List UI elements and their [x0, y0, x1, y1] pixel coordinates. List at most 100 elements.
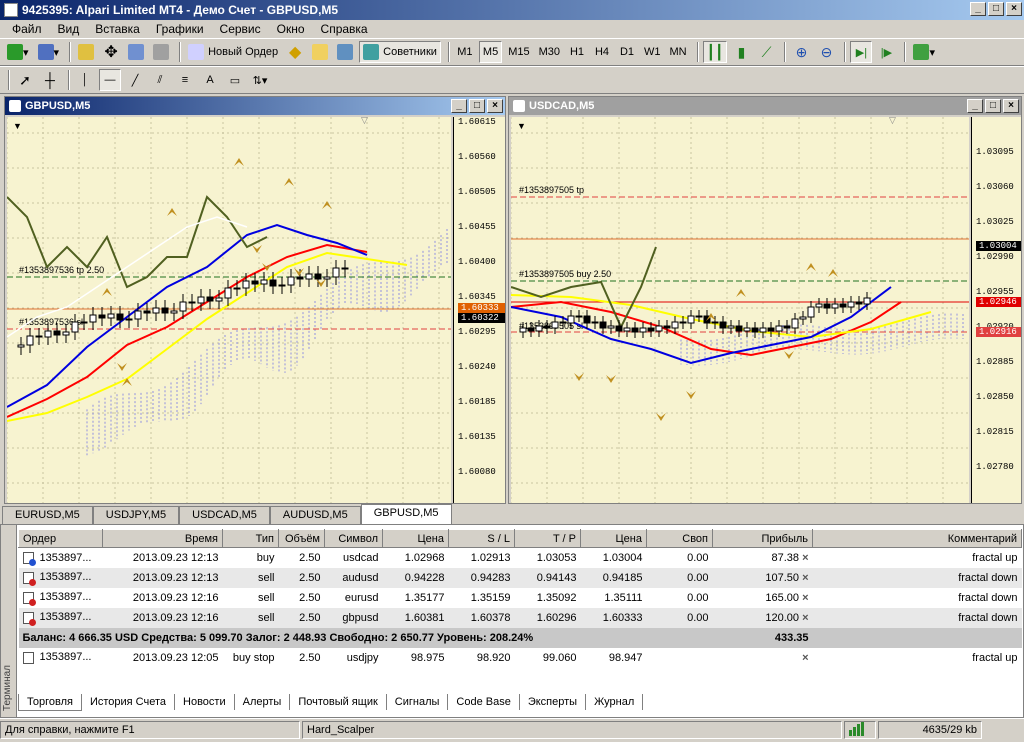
- line-chart-button[interactable]: ⟋: [755, 41, 777, 63]
- tab-journal[interactable]: Журнал: [586, 694, 644, 710]
- tab-codebase[interactable]: Code Base: [448, 694, 520, 710]
- col-time[interactable]: Время: [102, 529, 223, 548]
- menu-view[interactable]: Вид: [50, 22, 88, 36]
- new-chart-icon: [7, 44, 23, 60]
- bar-chart-button[interactable]: ┃┃: [702, 41, 728, 63]
- col-price[interactable]: Цена: [382, 529, 449, 548]
- col-volume[interactable]: Объём: [278, 529, 325, 548]
- metaeditor-button[interactable]: [309, 41, 331, 63]
- market-watch-button[interactable]: [75, 41, 97, 63]
- crosshair-nav-button[interactable]: ✥: [100, 41, 122, 63]
- col-profit[interactable]: Прибыль: [712, 529, 813, 548]
- menu-tools[interactable]: Сервис: [212, 22, 269, 36]
- candle: [567, 315, 575, 324]
- tf-m5[interactable]: M5: [478, 41, 503, 63]
- chart-tab[interactable]: AUDUSD,M5: [269, 506, 361, 524]
- tf-m30[interactable]: M30: [536, 41, 563, 63]
- alert-button[interactable]: ◆: [284, 41, 306, 63]
- chart-maximize-button[interactable]: □: [985, 99, 1001, 113]
- price-plot[interactable]: ▼#1353897505 tp#1353897505 buy 2.50#1353…: [511, 117, 969, 503]
- chart-window-gbpusd[interactable]: GBPUSD,M5 _ □ × ▼ #1353897536 tp 2.50 #135…: [4, 96, 506, 504]
- data-window-button[interactable]: [125, 41, 147, 63]
- tf-w1[interactable]: W1: [641, 41, 664, 63]
- chart-maximize-button[interactable]: □: [469, 99, 485, 113]
- menu-charts[interactable]: Графики: [148, 22, 212, 36]
- trendline-tool[interactable]: ╱: [124, 69, 146, 91]
- minimize-button[interactable]: _: [970, 2, 986, 16]
- tf-h1[interactable]: H1: [566, 41, 588, 63]
- tab-mailbox[interactable]: Почтовый ящик: [290, 694, 387, 710]
- chart-tab[interactable]: EURUSD,M5: [2, 506, 93, 524]
- cursor-tool[interactable]: ➚: [14, 69, 36, 91]
- menu-help[interactable]: Справка: [313, 22, 376, 36]
- col-symbol[interactable]: Символ: [324, 529, 383, 548]
- arrows-tool[interactable]: ⇅▾: [249, 69, 271, 91]
- tab-signals[interactable]: Сигналы: [387, 694, 449, 710]
- order-row[interactable]: 1353897... 2013.09.23 12:13 buy 2.50 usdcad 1…: [19, 548, 1022, 568]
- horizontal-line-tool[interactable]: —: [99, 69, 121, 91]
- col-tp[interactable]: T / P: [514, 529, 581, 548]
- chart-tab[interactable]: USDJPY,M5: [92, 506, 180, 524]
- chart-minimize-button[interactable]: _: [451, 99, 467, 113]
- balance-text: Баланс: 4 666.35 USD Средства: 5 099.70 …: [22, 631, 534, 644]
- autoscroll-button[interactable]: ▶|: [850, 41, 873, 63]
- tf-mn[interactable]: MN: [667, 41, 690, 63]
- close-order-icon[interactable]: ×: [802, 572, 808, 584]
- order-row[interactable]: 1353897... 2013.09.23 12:16 sell 2.50 eurusd…: [19, 588, 1022, 608]
- col-order[interactable]: Ордер: [18, 529, 103, 548]
- new-order-button[interactable]: Новый Ордер: [185, 41, 281, 63]
- tf-m15[interactable]: M15: [505, 41, 532, 63]
- menu-window[interactable]: Окно: [269, 22, 313, 36]
- crosshair-tool[interactable]: ┼: [39, 69, 61, 91]
- close-order-icon[interactable]: ×: [802, 592, 808, 604]
- col-type[interactable]: Тип: [222, 529, 279, 548]
- tf-d1[interactable]: D1: [616, 41, 638, 63]
- cell-volume: 2.50: [278, 567, 325, 588]
- order-row[interactable]: 1353897... 2013.09.23 12:16 sell 2.50 gbpusd…: [18, 607, 1022, 628]
- zoom-in-button[interactable]: ⊕: [790, 41, 812, 63]
- new-chart-button[interactable]: ▾: [4, 41, 32, 63]
- close-button[interactable]: ×: [1006, 2, 1022, 16]
- col-swap[interactable]: Своп: [646, 529, 713, 548]
- candle-chart-button[interactable]: ▮: [730, 41, 752, 63]
- label-tool[interactable]: ▭: [224, 69, 246, 91]
- zoom-out-button[interactable]: ⊖: [815, 41, 837, 63]
- cell-volume: 2.50: [299, 551, 321, 564]
- profiles-button[interactable]: ▾: [35, 41, 63, 63]
- col-sl[interactable]: S / L: [448, 529, 515, 548]
- vertical-line-tool[interactable]: │: [74, 69, 96, 91]
- price-plot[interactable]: ▼#1353897536 tp 2.50#1353897536 sl▽: [7, 117, 451, 503]
- close-order-icon[interactable]: ×: [802, 552, 808, 564]
- tab-news[interactable]: Новости: [175, 694, 235, 710]
- chart-close-button[interactable]: ×: [487, 99, 503, 113]
- maximize-button[interactable]: □: [988, 2, 1004, 16]
- indicators-button[interactable]: ▾: [910, 41, 938, 63]
- col-comment[interactable]: Комментарий: [812, 529, 1022, 548]
- tab-history[interactable]: История Счета: [82, 694, 176, 710]
- fullscreen-button[interactable]: [334, 41, 356, 63]
- menu-file[interactable]: Файл: [4, 22, 50, 36]
- close-order-icon[interactable]: ×: [802, 612, 808, 624]
- fibo-tool[interactable]: ≡: [174, 69, 196, 91]
- chart-tab-active[interactable]: GBPUSD,M5: [360, 504, 452, 524]
- terminal-button[interactable]: [150, 41, 172, 63]
- menu-insert[interactable]: Вставка: [87, 22, 148, 36]
- chart-window-usdcad[interactable]: USDCAD,M5 _ □ × ▼ #1353897505 tp #13538975…: [508, 96, 1022, 504]
- chart-shift-button[interactable]: |▶: [875, 41, 897, 63]
- delete-order-icon[interactable]: ×: [802, 652, 808, 664]
- pending-order-row[interactable]: 1353897... 2013.09.23 12:05 buy stop 2.50 us…: [19, 648, 1022, 668]
- tab-experts[interactable]: Эксперты: [520, 694, 587, 710]
- tab-trade[interactable]: Торговля: [18, 694, 82, 711]
- chart-tab[interactable]: USDCAD,M5: [179, 506, 270, 524]
- channel-tool[interactable]: ⫽: [149, 69, 171, 91]
- tab-alerts[interactable]: Алерты: [235, 694, 291, 710]
- advisors-button[interactable]: Советники: [359, 41, 441, 63]
- tf-m1[interactable]: M1: [454, 41, 476, 63]
- text-tool[interactable]: A: [199, 69, 221, 91]
- col-current-price[interactable]: Цена: [580, 529, 647, 548]
- order-row[interactable]: 1353897... 2013.09.23 12:13 sell 2.50 audusd…: [18, 567, 1022, 588]
- chart-minimize-button[interactable]: _: [967, 99, 983, 113]
- order-icon: [22, 551, 36, 566]
- chart-close-button[interactable]: ×: [1003, 99, 1019, 113]
- tf-h4[interactable]: H4: [591, 41, 613, 63]
